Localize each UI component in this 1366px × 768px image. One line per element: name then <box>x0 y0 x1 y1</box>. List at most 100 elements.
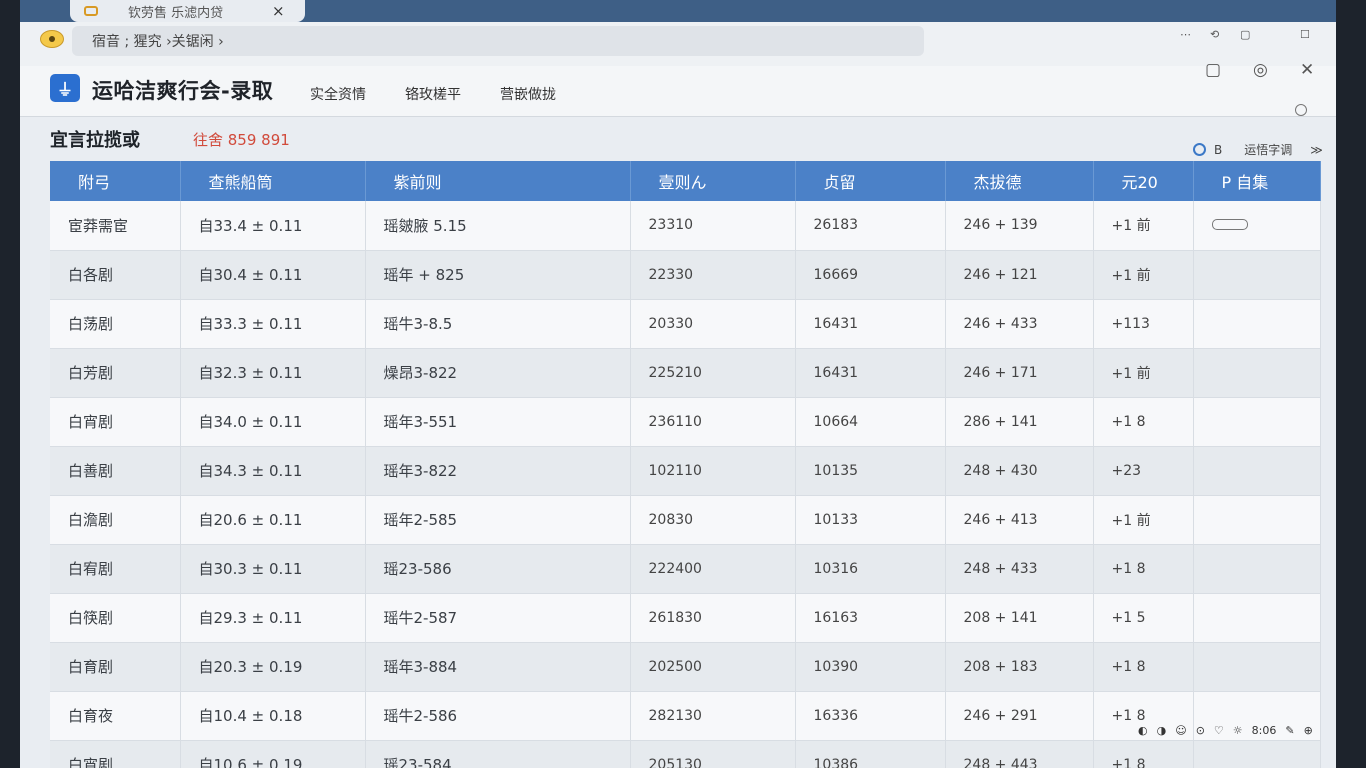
minimize-button[interactable]: ▢ <box>1205 60 1221 80</box>
table-cell: 燥昂3-822 <box>365 348 631 398</box>
table-row[interactable]: 白荡剧 自33.3 ± 0.11 瑶牛3-8.5 20330 16431 246 + 43… <box>50 299 1321 349</box>
table-cell: +1 8 <box>1093 544 1194 594</box>
table-cell: 10390 <box>795 642 946 692</box>
table-cell: 10316 <box>795 544 946 594</box>
table-cell: +113 <box>1093 299 1194 349</box>
nav-item-1[interactable]: 实全资情 <box>310 84 366 104</box>
table-cell: 16431 <box>795 348 946 398</box>
table-cell: 10386 <box>795 740 946 768</box>
table-row[interactable]: 白筷剧 自29.3 ± 0.11 瑶牛2-587 261830 16163 208 + 1… <box>50 593 1321 643</box>
tray-icon-2[interactable]: ◑ <box>1157 724 1167 737</box>
table-row[interactable]: 白善剧 自34.3 ± 0.11 瑶年3-822 102110 10135 248 + 4… <box>50 446 1321 496</box>
refresh-icon[interactable]: ⟲ <box>1210 28 1219 41</box>
status-text: 往舍 859 891 <box>193 131 290 149</box>
app-logo-icon: ⏚ <box>50 74 80 102</box>
column-header[interactable]: 贞留 <box>795 161 946 201</box>
table-row[interactable]: 宦莽需宦 自33.4 ± 0.11 瑶皴腋 5.15 23310 26183 246 + … <box>50 201 1321 251</box>
table-cell: 白育夜 <box>50 691 181 741</box>
table-cell: 20830 <box>630 495 796 545</box>
table-cell: 白筷剧 <box>50 593 181 643</box>
table-cell: 248 + 430 <box>945 446 1094 496</box>
table-cell: 208 + 141 <box>945 593 1094 643</box>
table-cell: 瑶年3-822 <box>365 446 631 496</box>
table-cell: 248 + 433 <box>945 544 1094 594</box>
table-cell: +1 8 <box>1093 642 1194 692</box>
table-cell: 286 + 141 <box>945 397 1094 447</box>
menu-dots-icon[interactable]: ⋯ <box>1180 28 1191 41</box>
table-cell <box>1193 250 1321 300</box>
tray-icon-6[interactable]: ☼ <box>1233 724 1243 737</box>
close-tab-icon[interactable]: × <box>272 2 285 20</box>
table-cell: 自10.4 ± 0.18 <box>180 691 366 741</box>
table-cell: 261830 <box>630 593 796 643</box>
table-cell: +23 <box>1093 446 1194 496</box>
table-row[interactable]: 白宥剧 自30.3 ± 0.11 瑶23-586 222400 10316 248 + 4… <box>50 544 1321 594</box>
table-cell: 208 + 183 <box>945 642 1094 692</box>
table-cell: 26183 <box>795 201 946 251</box>
tray-icon-7[interactable]: ✎ <box>1285 724 1294 737</box>
app-title: 运哈洁爽行会-录取 <box>92 79 274 103</box>
screen: 钦劳售 乐滤内贷 × 宿音 ; 猩究 ›关锯闲 › ⋯ ⟲ ▢ ☐ ⏚ 运哈洁爽… <box>20 0 1336 768</box>
table-row[interactable]: 白宵剧 自10.6 ± 0.19 瑶23-584 205130 10386 248 + 4… <box>50 740 1321 768</box>
data-table: 附弓 查熊船筒 紫前则 壹则ん 贞留 杰拔德 元20 P 自集 宦莽需宦 自33.… <box>50 161 1321 768</box>
nav-item-2[interactable]: 铬玫槎平 <box>405 84 461 104</box>
column-header[interactable]: 元20 <box>1093 161 1194 201</box>
restore-icon[interactable]: ☐ <box>1300 28 1310 41</box>
table-cell: 自10.6 ± 0.19 <box>180 740 366 768</box>
nav-item-3[interactable]: 营嵌做拢 <box>500 84 556 104</box>
table-cell: 205130 <box>630 740 796 768</box>
table-cell: 瑶牛3-8.5 <box>365 299 631 349</box>
column-header[interactable]: P 自集 <box>1193 161 1321 201</box>
table-cell: +1 前 <box>1093 495 1194 545</box>
expand-icon[interactable]: ≫ <box>1310 143 1323 157</box>
tray-icon-4[interactable]: ⊙ <box>1196 724 1205 737</box>
settings-button[interactable]: ◎ <box>1253 60 1268 80</box>
table-row[interactable]: 白各剧 自30.4 ± 0.11 瑶年 + 825 22330 16669 246 + 1… <box>50 250 1321 300</box>
table-cell: 246 + 139 <box>945 201 1094 251</box>
table-cell: 16163 <box>795 593 946 643</box>
table-row[interactable]: 白澹剧 自20.6 ± 0.11 瑶年2-585 20830 10133 246 + 41… <box>50 495 1321 545</box>
table-row[interactable]: 白育夜 自10.4 ± 0.18 瑶牛2-586 282130 16336 246 + 2… <box>50 691 1321 741</box>
ring-letter: B <box>1214 142 1223 157</box>
column-header[interactable]: 查熊船筒 <box>180 161 366 201</box>
table-cell: 白育剧 <box>50 642 181 692</box>
table-row[interactable]: 白宵剧 自34.0 ± 0.11 瑶年3-551 236110 10664 286 + 1… <box>50 397 1321 447</box>
tray-icon-1[interactable]: ◐ <box>1138 724 1148 737</box>
table-cell: 246 + 121 <box>945 250 1094 300</box>
table-cell: +1 前 <box>1093 250 1194 300</box>
column-header[interactable]: 附弓 <box>50 161 181 201</box>
table-cell: 自33.3 ± 0.11 <box>180 299 366 349</box>
table-cell: 自30.4 ± 0.11 <box>180 250 366 300</box>
column-header[interactable]: 紫前则 <box>365 161 631 201</box>
table-cell: +1 前 <box>1093 201 1194 251</box>
tray-icon-3[interactable]: ☺ <box>1175 724 1186 737</box>
system-tray: ◐ ◑ ☺ ⊙ ♡ ☼ 8:06 ✎ ⊕ <box>1138 724 1313 737</box>
column-header[interactable]: 壹则ん <box>630 161 796 201</box>
table-cell: 自30.3 ± 0.11 <box>180 544 366 594</box>
table-cell: 瑶23-584 <box>365 740 631 768</box>
table-cell: 瑶牛2-587 <box>365 593 631 643</box>
info-icon[interactable] <box>1295 104 1307 116</box>
tab-title: 钦劳售 乐滤内贷 <box>128 5 224 21</box>
close-button[interactable]: ✕ <box>1300 60 1314 80</box>
section-header: 宜言拉揽或 往舍 859 891 B 运悟字调 ≫ <box>20 117 1336 157</box>
browser-tab[interactable]: 钦劳售 乐滤内贷 × <box>70 0 305 22</box>
table-row[interactable]: 白育剧 自20.3 ± 0.19 瑶年3-884 202500 10390 208 + 1… <box>50 642 1321 692</box>
table-cell <box>1193 495 1321 545</box>
table-cell: 10135 <box>795 446 946 496</box>
table-cell: 16336 <box>795 691 946 741</box>
address-input[interactable]: 宿音 ; 猩究 ›关锯闲 › <box>72 26 924 56</box>
toggle-pill-icon[interactable] <box>1211 219 1248 231</box>
tray-icon-5[interactable]: ♡ <box>1214 724 1224 737</box>
table-cell: 10133 <box>795 495 946 545</box>
table-cell: 白宵剧 <box>50 740 181 768</box>
column-header[interactable]: 杰拔德 <box>945 161 1094 201</box>
window-icon[interactable]: ▢ <box>1240 28 1250 41</box>
table-row[interactable]: 白芳剧 自32.3 ± 0.11 燥昂3-822 225210 16431 246 + 1… <box>50 348 1321 398</box>
site-icon[interactable] <box>40 30 64 48</box>
table-cell: 瑶年3-884 <box>365 642 631 692</box>
section-tools[interactable]: B 运悟字调 ≫ <box>1193 141 1323 158</box>
tray-icon-8[interactable]: ⊕ <box>1304 724 1313 737</box>
table-cell: 白善剧 <box>50 446 181 496</box>
address-bar-row: 宿音 ; 猩究 ›关锯闲 › ⋯ ⟲ ▢ ☐ <box>20 22 1336 66</box>
